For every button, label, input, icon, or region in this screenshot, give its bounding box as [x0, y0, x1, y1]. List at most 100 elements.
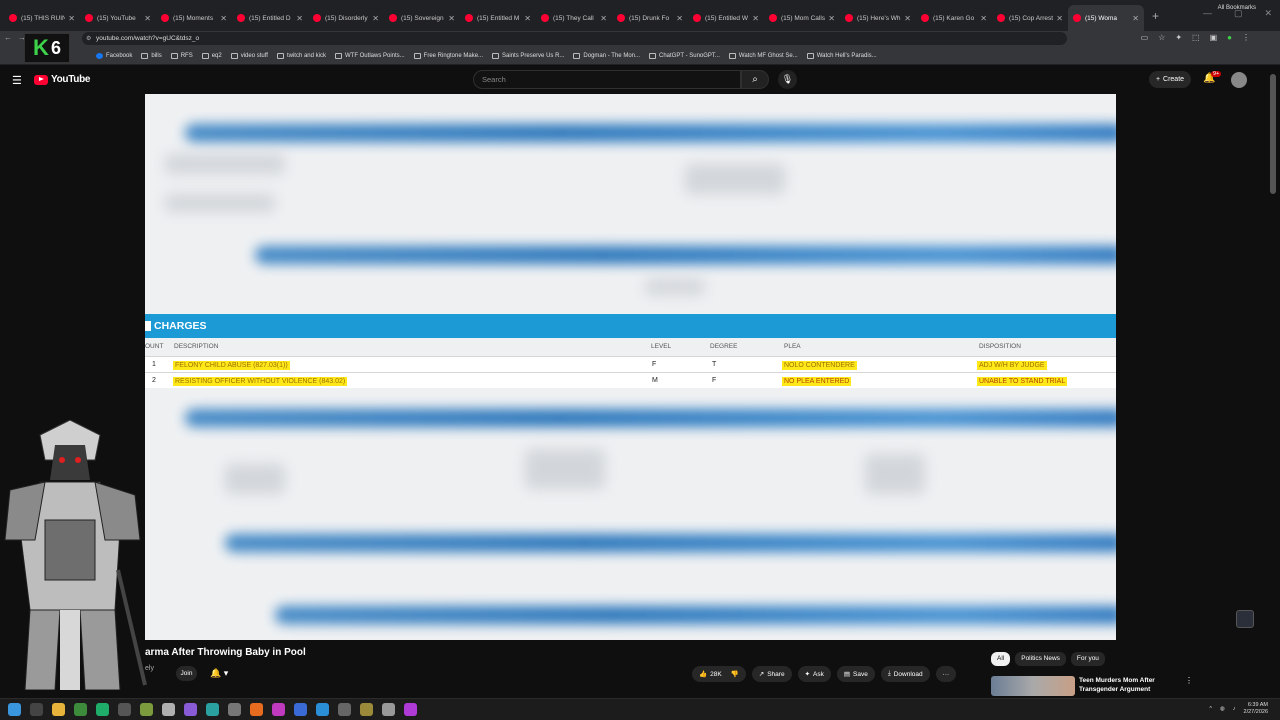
browser-tab[interactable]: (15) Cop Arrest ✕: [992, 5, 1068, 31]
close-tab-icon[interactable]: ✕: [220, 14, 227, 23]
browser-tab[interactable]: (15) Entitled W ✕: [688, 5, 764, 31]
close-tab-icon[interactable]: ✕: [296, 14, 303, 23]
close-tab-icon[interactable]: ✕: [600, 14, 607, 23]
app-icon[interactable]: [338, 703, 351, 716]
page-scrollbar[interactable]: [1266, 66, 1280, 696]
bookmark-item[interactable]: bills: [141, 52, 162, 59]
close-tab-icon[interactable]: ✕: [68, 14, 75, 23]
bookmark-star-icon[interactable]: ☆: [1158, 33, 1165, 42]
close-tab-icon[interactable]: ✕: [524, 14, 531, 23]
app-icon[interactable]: [294, 703, 307, 716]
like-button[interactable]: 👍 28K 👎: [692, 666, 746, 682]
hamburger-menu-icon[interactable]: ☰: [12, 74, 22, 87]
bookmark-item[interactable]: Free Ringtone Make...: [413, 52, 483, 59]
bookmark-item[interactable]: Watch Hell's Paradis...: [806, 52, 877, 59]
create-button[interactable]: + Create: [1149, 71, 1191, 88]
browser-tab[interactable]: (15) They Call ✕: [536, 5, 612, 31]
browser-tab[interactable]: (15) Karen Go ✕: [916, 5, 992, 31]
close-tab-icon[interactable]: ✕: [448, 14, 455, 23]
search-input[interactable]: Search: [473, 70, 741, 89]
profile-icon[interactable]: ●: [1227, 33, 1232, 42]
app-icon[interactable]: [382, 703, 395, 716]
back-icon[interactable]: ←: [4, 33, 12, 42]
chip-for-you[interactable]: For you: [1070, 652, 1105, 666]
subscribe-bell-icon[interactable]: 🔔 ▾: [210, 668, 228, 679]
bookmark-item[interactable]: RFS: [170, 52, 193, 59]
join-button[interactable]: Join: [176, 666, 197, 681]
file-explorer-icon[interactable]: [52, 703, 65, 716]
app-icon[interactable]: [206, 703, 219, 716]
share-button[interactable]: ↗ Share: [751, 666, 792, 682]
search-button[interactable]: ⌕: [741, 70, 769, 89]
chip-all[interactable]: All: [991, 652, 1011, 666]
browser-tab[interactable]: (15) Entitled D ✕: [232, 5, 308, 31]
volume-icon[interactable]: ♪: [1233, 706, 1236, 712]
browser-tab[interactable]: (15) Here's Wh ✕: [840, 5, 916, 31]
close-tab-icon[interactable]: ✕: [676, 14, 683, 23]
bookmark-item[interactable]: Watch MF Ghost Se...: [728, 52, 798, 59]
close-tab-icon[interactable]: ✕: [1132, 14, 1139, 23]
bookmark-item[interactable]: eq2: [201, 52, 222, 59]
close-tab-icon[interactable]: ✕: [828, 14, 835, 23]
app-icon[interactable]: [404, 703, 417, 716]
puzzle-icon[interactable]: ⬚: [1192, 33, 1200, 42]
account-avatar[interactable]: [1231, 72, 1247, 88]
youtube-logo[interactable]: YouTube: [34, 74, 91, 85]
app-icon[interactable]: [360, 703, 373, 716]
chip-politics-news[interactable]: Politics News: [1015, 652, 1066, 666]
browser-menu-icon[interactable]: ⋮: [1242, 33, 1250, 42]
windows-start-icon[interactable]: [8, 703, 21, 716]
all-bookmarks[interactable]: All Bookmarks: [1218, 5, 1256, 11]
browser-tab[interactable]: (15) Disorderly ✕: [308, 5, 384, 31]
close-tab-icon[interactable]: ✕: [1056, 14, 1063, 23]
app-icon[interactable]: [228, 703, 241, 716]
app-icon[interactable]: [140, 703, 153, 716]
install-icon[interactable]: ▭: [1141, 33, 1149, 42]
app-icon[interactable]: [162, 703, 175, 716]
browser-tab[interactable]: (15) Sovereign ✕: [384, 5, 460, 31]
close-tab-icon[interactable]: ✕: [752, 14, 759, 23]
site-info-icon[interactable]: ⚙: [86, 35, 91, 42]
browser-tab[interactable]: (15) Drunk Fo ✕: [612, 5, 688, 31]
minimize-icon[interactable]: —: [1203, 8, 1212, 19]
thumbs-down-icon[interactable]: 👎: [731, 670, 739, 678]
close-window-icon[interactable]: ✕: [1264, 8, 1272, 19]
browser-tab[interactable]: (15) Woma ✕: [1068, 5, 1144, 31]
app-icon[interactable]: [316, 703, 329, 716]
browser-tab[interactable]: (15) Mom Calls ✕: [764, 5, 840, 31]
close-tab-icon[interactable]: ✕: [372, 14, 379, 23]
bookmark-item[interactable]: twitch and kick: [276, 52, 326, 59]
app-icon[interactable]: [118, 703, 131, 716]
download-button[interactable]: ⤓ Download: [880, 666, 930, 682]
system-clock[interactable]: 6:39 AM 2/27/2026: [1244, 702, 1268, 716]
tray-expand-icon[interactable]: ^: [1209, 706, 1212, 712]
save-button[interactable]: ▤ Save: [836, 666, 875, 682]
channel-watermark[interactable]: [1236, 610, 1254, 628]
recommended-thumbnail[interactable]: [991, 676, 1075, 696]
bookmark-item[interactable]: WTF Outlaws Points...: [334, 52, 405, 59]
video-player[interactable]: CHARGES OUNT DESCRIPTION LEVEL DEGREE PL…: [145, 94, 1116, 640]
search-icon[interactable]: [30, 703, 43, 716]
url-field[interactable]: ⚙ youtube.com/watch?v=gUC&tdsz_o: [82, 32, 1067, 45]
ask-button[interactable]: ✦ Ask: [797, 666, 831, 682]
browser-tab[interactable]: (15) Entitled M ✕: [460, 5, 536, 31]
more-actions-button[interactable]: ···: [935, 666, 957, 682]
recommended-title[interactable]: Teen Murders Mom After Transgender Argum…: [1079, 676, 1179, 696]
close-tab-icon[interactable]: ✕: [980, 14, 987, 23]
more-options-icon[interactable]: ⋮: [1185, 676, 1193, 696]
firefox-icon[interactable]: [250, 703, 263, 716]
new-tab-button[interactable]: +: [1152, 9, 1159, 23]
bookmark-item[interactable]: Facebook: [96, 52, 132, 59]
sidepanel-icon[interactable]: ▣: [1210, 33, 1218, 42]
recommended-video[interactable]: Teen Murders Mom After Transgender Argum…: [991, 676, 1193, 696]
browser-tab[interactable]: (15) THIS RUIN ✕: [4, 5, 80, 31]
notepad-icon[interactable]: [74, 703, 87, 716]
network-icon[interactable]: ◍: [1220, 706, 1225, 712]
bookmark-item[interactable]: ChatGPT - SunoGPT...: [649, 52, 720, 59]
app-icon[interactable]: [272, 703, 285, 716]
extension-icon[interactable]: ✦: [1175, 33, 1182, 42]
app-icon[interactable]: [184, 703, 197, 716]
browser-tab[interactable]: (15) Moments ✕: [156, 5, 232, 31]
close-tab-icon[interactable]: ✕: [144, 14, 151, 23]
bookmark-item[interactable]: Dogman - The Mon...: [573, 52, 640, 59]
